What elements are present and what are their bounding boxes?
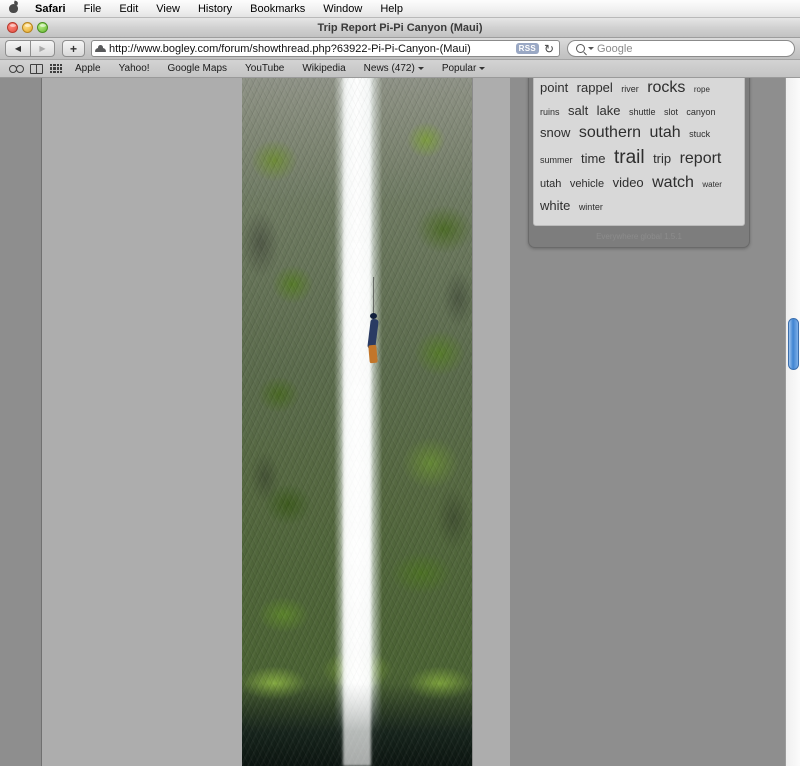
page-left-gutter — [0, 78, 42, 766]
scrollbar-thumb[interactable] — [788, 318, 799, 370]
tag-link[interactable]: southern — [579, 122, 641, 145]
site-favicon-icon — [95, 43, 106, 54]
vertical-scrollbar[interactable] — [785, 78, 800, 766]
tag-link[interactable]: vehicle — [570, 177, 604, 193]
bookmark-wikipedia[interactable]: Wikipedia — [293, 63, 354, 74]
bookmark-label: YouTube — [245, 63, 285, 74]
tag-link[interactable]: watch — [652, 172, 694, 195]
reader-glasses-icon — [8, 65, 24, 73]
tag-link[interactable]: snow — [540, 124, 570, 142]
tag-link[interactable]: rope — [694, 84, 710, 95]
search-icon — [576, 44, 585, 53]
tag-link[interactable]: winter — [579, 201, 603, 214]
tag-cloud-list: point rappel river rocks rope ruins salt… — [533, 78, 745, 226]
bookmark-yahoo[interactable]: Yahoo! — [110, 63, 159, 74]
bookmark-label: Wikipedia — [302, 63, 346, 74]
bookmark-label: Yahoo! — [118, 63, 150, 74]
tag-link[interactable]: slot — [664, 106, 678, 119]
tag-link[interactable]: water — [702, 179, 722, 190]
forward-button[interactable]: ▶ — [30, 40, 55, 57]
climber-legs — [368, 344, 378, 363]
tag-link[interactable]: time — [581, 150, 606, 168]
tag-link[interactable]: summer — [540, 154, 573, 167]
navigation-buttons: ◀ ▶ — [5, 40, 55, 57]
show-all-bookmarks-button[interactable] — [6, 65, 26, 73]
bookmark-apple[interactable]: Apple — [66, 63, 110, 74]
bookmarks-bar: Apple Yahoo! Google Maps YouTube Wikiped… — [0, 60, 800, 78]
apple-logo-icon — [8, 2, 18, 13]
tag-link[interactable]: point — [540, 79, 568, 97]
bookmark-label: Apple — [75, 63, 101, 74]
tag-link[interactable]: canyon — [686, 106, 715, 119]
book-icon — [29, 63, 43, 74]
search-placeholder: Google — [597, 42, 633, 55]
chevron-down-icon — [417, 67, 424, 70]
tag-link[interactable]: utah — [650, 122, 681, 145]
tag-link[interactable]: stuck — [689, 128, 710, 141]
waterfall-stream — [343, 78, 371, 766]
tag-link[interactable]: trail — [614, 145, 645, 172]
menu-item-history[interactable]: History — [189, 0, 241, 18]
tag-link[interactable]: rocks — [647, 78, 685, 100]
address-bar-url: http://www.bogley.com/forum/showthread.p… — [109, 42, 471, 55]
menu-item-safari[interactable]: Safari — [26, 0, 75, 18]
title-bar[interactable]: Trip Report Pi-Pi Canyon (Maui) — [0, 18, 800, 38]
tag-link[interactable]: rappel — [577, 79, 613, 97]
tag-cloud-widget: point rappel river rocks rope ruins salt… — [528, 78, 750, 248]
chevron-down-icon[interactable] — [588, 47, 594, 50]
menu-item-help[interactable]: Help — [371, 0, 412, 18]
menu-item-bookmarks[interactable]: Bookmarks — [241, 0, 314, 18]
tag-link[interactable]: shuttle — [629, 106, 656, 119]
bookmark-news[interactable]: News (472) — [355, 63, 433, 74]
tag-link[interactable]: utah — [540, 177, 561, 193]
page-left-column — [43, 78, 241, 766]
waterfall-photo[interactable]: Canyoneer rappelling down a tall waterfa… — [242, 78, 472, 766]
apple-menu-icon[interactable] — [0, 2, 26, 15]
tag-link[interactable]: river — [621, 83, 639, 96]
tag-link[interactable]: video — [613, 174, 644, 192]
menu-item-file[interactable]: File — [75, 0, 111, 18]
bookmarks-library-button[interactable] — [26, 63, 46, 74]
page-right-column: point rappel river rocks rope ruins salt… — [510, 78, 785, 766]
bookmark-label: Popular — [441, 63, 477, 74]
tag-link[interactable]: ruins — [540, 106, 560, 119]
bookmark-label: Google Maps — [167, 63, 228, 74]
tag-link[interactable]: report — [680, 148, 722, 171]
rss-button[interactable]: RSS — [515, 43, 539, 54]
bookmark-google-maps[interactable]: Google Maps — [159, 63, 236, 74]
tag-link[interactable]: salt — [568, 102, 588, 120]
page-right-padding — [472, 78, 510, 766]
tag-link[interactable]: trip — [653, 150, 671, 168]
climber-helmet — [370, 312, 378, 319]
window-title: Trip Report Pi-Pi Canyon (Maui) — [317, 21, 483, 34]
bookmark-youtube[interactable]: YouTube — [236, 63, 293, 74]
browser-window: Trip Report Pi-Pi Canyon (Maui) ◀ ▶ + ht… — [0, 18, 800, 766]
address-bar[interactable]: http://www.bogley.com/forum/showthread.p… — [91, 40, 560, 57]
menu-item-edit[interactable]: Edit — [110, 0, 147, 18]
add-bookmark-button[interactable]: + — [62, 40, 85, 57]
search-field[interactable]: Google — [567, 40, 795, 57]
menu-bar: Safari File Edit View History Bookmarks … — [0, 0, 800, 18]
tag-link[interactable]: white — [540, 197, 570, 215]
tag-cloud-footer: Everywhere global 1.5.1 — [596, 231, 682, 241]
reload-icon[interactable]: ↻ — [542, 43, 556, 55]
bookmark-label: News (472) — [363, 63, 415, 74]
top-sites-button[interactable] — [46, 64, 66, 73]
bookmark-popular[interactable]: Popular — [433, 63, 494, 74]
tag-link[interactable]: lake — [597, 102, 621, 120]
menu-item-view[interactable]: View — [147, 0, 189, 18]
menu-item-window[interactable]: Window — [314, 0, 371, 18]
page-content: Canyoneer rappelling down a tall waterfa… — [0, 78, 800, 766]
rappelling-canyoneer — [366, 276, 382, 369]
chevron-down-icon — [479, 67, 486, 70]
browser-toolbar: ◀ ▶ + http://www.bogley.com/forum/showth… — [0, 38, 800, 60]
grid-icon — [50, 64, 62, 73]
back-button[interactable]: ◀ — [5, 40, 30, 57]
